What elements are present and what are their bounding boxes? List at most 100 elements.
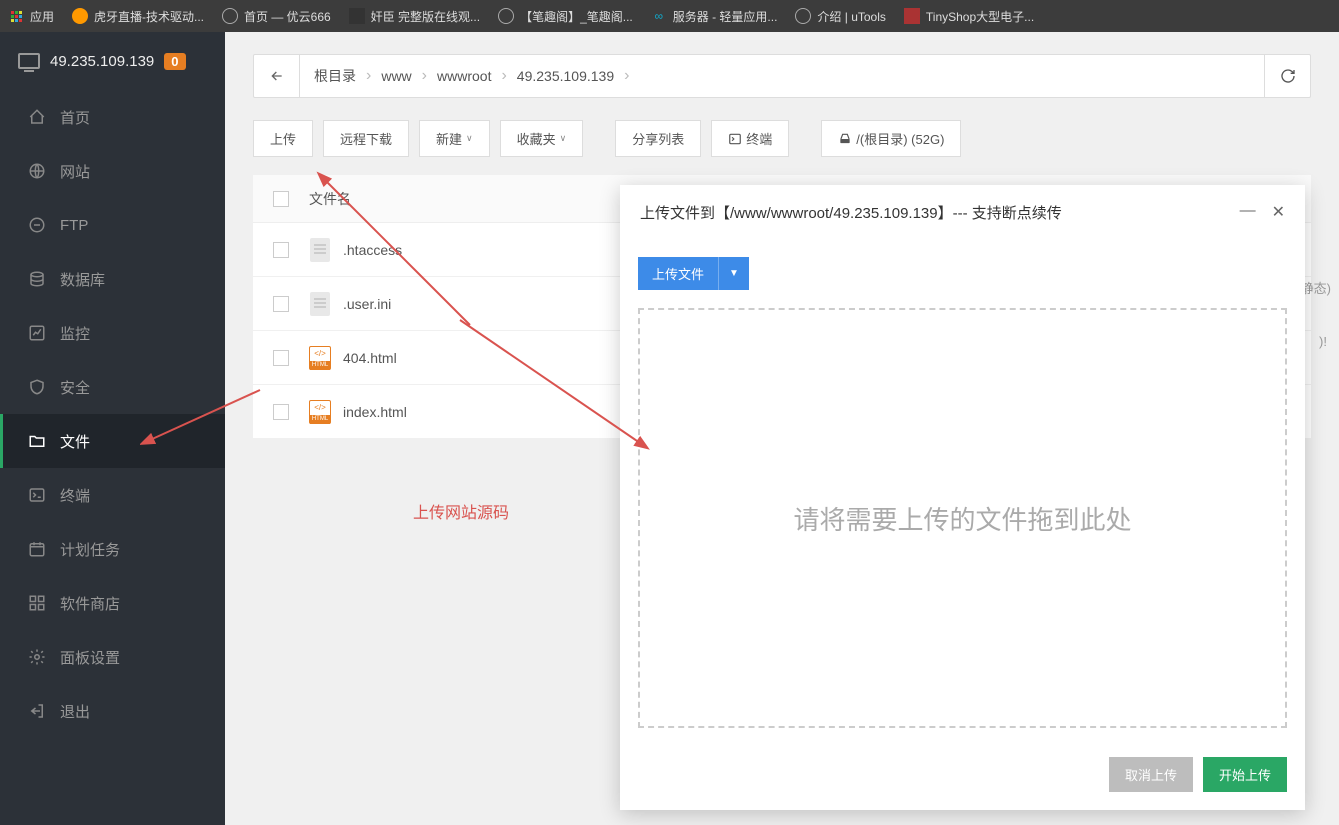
breadcrumb-bar: 根目录 › www › wwwroot › 49.235.109.139 › [253, 54, 1311, 98]
terminal-icon [28, 486, 46, 504]
row-checkbox[interactable] [273, 350, 289, 366]
monitor-icon [18, 53, 40, 69]
select-all-checkbox[interactable] [273, 191, 289, 207]
breadcrumb-item[interactable]: 49.235.109.139 [517, 68, 614, 84]
breadcrumb-item[interactable]: wwwroot [437, 68, 491, 84]
bookmark-label: TinyShop大型电子... [926, 8, 1034, 25]
close-button[interactable]: ✕ [1272, 202, 1285, 222]
sidebar-item-store[interactable]: 软件商店 [0, 576, 225, 630]
home-icon [28, 108, 46, 126]
sidebar-item-cron[interactable]: 计划任务 [0, 522, 225, 576]
bg-hint: )! [1319, 334, 1327, 349]
file-name[interactable]: 404.html [343, 350, 397, 366]
sidebar-item-label: 数据库 [60, 269, 105, 290]
bookmark-label: 【笔趣阁】_笔趣阁... [520, 8, 633, 25]
sidebar-item-label: 文件 [60, 431, 90, 452]
disk-icon [838, 132, 852, 146]
bird-icon [349, 8, 365, 24]
bg-hint: 静态) [1301, 278, 1331, 297]
chart-icon [28, 324, 46, 342]
file-name[interactable]: index.html [343, 404, 407, 420]
dialog-body: 上传文件 ▼ 请将需要上传的文件拖到此处 [620, 239, 1305, 746]
huya-icon [72, 8, 88, 24]
sidebar-item-settings[interactable]: 面板设置 [0, 630, 225, 684]
start-upload-button[interactable]: 开始上传 [1203, 757, 1287, 792]
file-name[interactable]: .user.ini [343, 296, 391, 312]
sidebar-item-monitor[interactable]: 监控 [0, 306, 225, 360]
upload-button[interactable]: 上传 [253, 120, 313, 157]
bookmark-label: 虎牙直播-技术驱动... [94, 8, 204, 25]
terminal-icon [728, 132, 742, 146]
calendar-icon [28, 540, 46, 558]
remote-download-button[interactable]: 远程下载 [323, 120, 409, 157]
sidebar-item-label: 面板设置 [60, 647, 120, 668]
file-name[interactable]: .htaccess [343, 242, 402, 258]
upload-file-dropdown[interactable]: ▼ [718, 257, 749, 290]
row-checkbox[interactable] [273, 404, 289, 420]
breadcrumb-back-button[interactable] [254, 55, 300, 97]
cloud-icon: ∞ [651, 8, 667, 24]
utools-icon [795, 8, 811, 24]
upload-dialog: 上传文件到【/www/wwwroot/49.235.109.139】--- 支持… [620, 185, 1305, 810]
bookmark-item[interactable]: 奸臣 完整版在线观... [349, 8, 480, 25]
sidebar-item-label: 软件商店 [60, 593, 120, 614]
bookmark-label: 首页 — 优云666 [244, 8, 331, 25]
breadcrumb-item[interactable]: 根目录 [314, 66, 356, 86]
dialog-title: 上传文件到【/www/wwwroot/49.235.109.139】--- 支持… [640, 202, 1062, 223]
favorites-button[interactable]: 收藏夹∨ [500, 120, 584, 157]
bookmark-label: 介绍 | uTools [817, 8, 885, 25]
bookmark-bar: 应用 虎牙直播-技术驱动... 首页 — 优云666 奸臣 完整版在线观... … [0, 0, 1339, 32]
bookmark-item[interactable]: 【笔趣阁】_笔趣阁... [498, 8, 633, 25]
gear-icon [28, 648, 46, 666]
terminal-button[interactable]: 终端 [711, 120, 789, 157]
notification-badge[interactable]: 0 [164, 53, 185, 70]
breadcrumb-item[interactable]: www [381, 68, 411, 84]
sidebar-item-security[interactable]: 安全 [0, 360, 225, 414]
tinyshop-icon [904, 8, 920, 24]
row-checkbox[interactable] [273, 296, 289, 312]
sidebar-item-ftp[interactable]: FTP [0, 198, 225, 252]
sidebar-item-website[interactable]: 网站 [0, 144, 225, 198]
bookmark-item[interactable]: 首页 — 优云666 [222, 8, 331, 25]
chevron-down-icon: ∨ [466, 133, 473, 144]
bookmark-apps[interactable]: 应用 [8, 8, 54, 25]
share-list-button[interactable]: 分享列表 [615, 120, 701, 157]
bookmark-item[interactable]: 虎牙直播-技术驱动... [72, 8, 204, 25]
ftp-icon [28, 216, 46, 234]
apps-icon [8, 8, 24, 24]
upload-file-split-button: 上传文件 ▼ [638, 257, 1287, 290]
sidebar-header: 49.235.109.139 0 [0, 32, 225, 90]
cancel-upload-button[interactable]: 取消上传 [1109, 757, 1193, 792]
dialog-header[interactable]: 上传文件到【/www/wwwroot/49.235.109.139】--- 支持… [620, 185, 1305, 239]
bookmark-item[interactable]: ∞ 服务器 - 轻量应用... [651, 8, 778, 25]
sidebar-item-database[interactable]: 数据库 [0, 252, 225, 306]
new-button[interactable]: 新建∨ [419, 120, 490, 157]
bookmark-item[interactable]: TinyShop大型电子... [904, 8, 1034, 25]
sidebar-item-logout[interactable]: 退出 [0, 684, 225, 738]
server-ip: 49.235.109.139 [50, 53, 154, 70]
sidebar-item-home[interactable]: 首页 [0, 90, 225, 144]
html-file-icon [309, 399, 331, 425]
minimize-button[interactable]: — [1240, 202, 1256, 222]
sidebar-item-files[interactable]: 文件 [0, 414, 225, 468]
chevron-right-icon: › [366, 67, 371, 85]
sidebar-item-label: 终端 [60, 485, 90, 506]
disk-button[interactable]: /(根目录) (52G) [821, 120, 961, 157]
globe-icon [222, 8, 238, 24]
refresh-button[interactable] [1264, 55, 1310, 97]
sidebar-item-terminal[interactable]: 终端 [0, 468, 225, 522]
globe-icon [28, 162, 46, 180]
chevron-down-icon: ∨ [560, 133, 567, 144]
sidebar-item-label: 监控 [60, 323, 90, 344]
folder-icon [28, 432, 46, 450]
bookmark-item[interactable]: 介绍 | uTools [795, 8, 885, 25]
chevron-right-icon: › [501, 67, 506, 85]
bookmark-label: 应用 [30, 8, 54, 25]
chevron-right-icon: › [422, 67, 427, 85]
file-dropzone[interactable]: 请将需要上传的文件拖到此处 [638, 308, 1287, 728]
row-checkbox[interactable] [273, 242, 289, 258]
bookmark-label: 服务器 - 轻量应用... [673, 8, 778, 25]
dropzone-text: 请将需要上传的文件拖到此处 [793, 500, 1131, 537]
file-icon [309, 291, 331, 317]
upload-file-button[interactable]: 上传文件 [638, 257, 718, 290]
